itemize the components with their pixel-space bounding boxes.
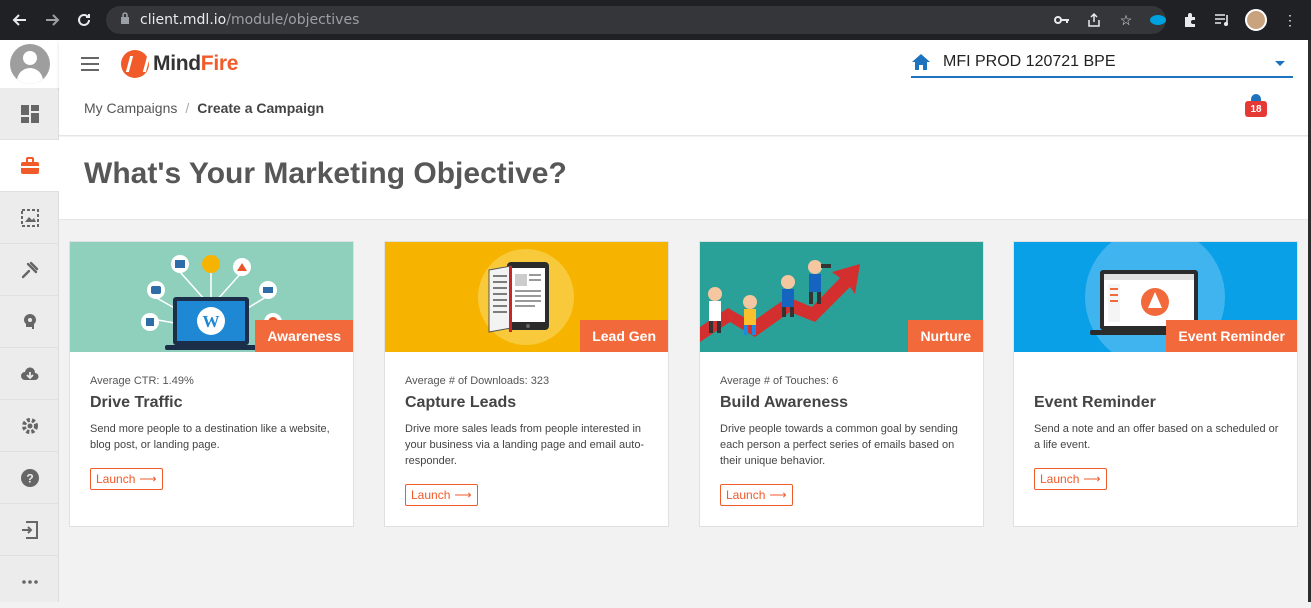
settings-icon[interactable] <box>0 400 59 452</box>
launch-label: Launch <box>726 488 766 502</box>
lock-icon <box>120 11 130 29</box>
extensions-icon[interactable] <box>1181 11 1199 29</box>
url-text: client.mdl.io/module/objectives <box>140 12 360 28</box>
mindfire-logo-mark <box>121 50 149 78</box>
star-icon[interactable]: ☆ <box>1117 11 1135 29</box>
card-illustration-growth: Nurture <box>700 242 983 352</box>
cloud-download-icon[interactable] <box>0 348 59 400</box>
notification-count-badge: 18 <box>1245 101 1267 117</box>
app-header: MindFire MFI PROD 120721 BPE <box>59 40 1308 88</box>
media-icon[interactable] <box>0 192 59 244</box>
more-icon[interactable] <box>0 556 59 608</box>
svg-text:?: ? <box>26 471 33 485</box>
notifications-button[interactable]: 18 <box>1245 94 1267 118</box>
breadcrumb-separator: / <box>185 100 190 116</box>
user-avatar[interactable] <box>0 40 59 88</box>
browser-menu-icon[interactable]: ⋮ <box>1281 11 1299 29</box>
card-meta: Average CTR: 1.49% <box>90 375 194 387</box>
logout-icon[interactable] <box>0 504 59 556</box>
left-nav-rail: ? <box>0 40 59 602</box>
launch-label: Launch <box>96 472 136 486</box>
share-icon[interactable] <box>1085 11 1103 29</box>
launch-label: Launch <box>411 488 451 502</box>
objective-card-event-reminder[interactable]: Event Reminder Event Reminder Send a not… <box>1013 241 1298 527</box>
salesforce-icon[interactable] <box>1149 11 1167 29</box>
card-title: Drive Traffic <box>90 394 183 411</box>
breadcrumb-my-campaigns[interactable]: My Campaigns <box>84 100 177 116</box>
card-tag: Event Reminder <box>1166 320 1297 352</box>
title-section: What's Your Marketing Objective? <box>59 137 1308 220</box>
card-illustration-ebook: Lead Gen <box>385 242 668 352</box>
card-tag: Nurture <box>908 320 983 352</box>
address-bar[interactable]: client.mdl.io/module/objectives <box>106 6 1166 34</box>
campaigns-icon[interactable] <box>0 140 59 192</box>
launch-button[interactable]: Launch ⟶ <box>405 484 478 506</box>
breadcrumb-current: Create a Campaign <box>197 100 325 116</box>
card-title: Capture Leads <box>405 394 517 411</box>
card-illustration-laptop: Event Reminder <box>1014 242 1297 352</box>
help-icon[interactable]: ? <box>0 452 59 504</box>
menu-icon[interactable] <box>81 57 99 71</box>
launch-button[interactable]: Launch ⟶ <box>90 468 163 490</box>
mindfire-logo[interactable]: MindFire <box>121 50 238 78</box>
chevron-down-icon[interactable] <box>1275 61 1285 66</box>
card-meta: Average # of Downloads: 323 <box>405 375 550 387</box>
arrow-right-icon: ⟶ <box>769 488 787 502</box>
card-illustration-web: W Awareness <box>70 242 353 352</box>
card-description: Drive more sales leads from people inter… <box>405 423 645 467</box>
arrow-right-icon: ⟶ <box>1083 472 1101 486</box>
card-title: Build Awareness <box>720 394 849 411</box>
browser-toolbar: client.mdl.io/module/objectives ☆ ⋮ <box>0 0 1311 40</box>
card-meta: Average # of Touches: 6 <box>720 375 839 387</box>
breadcrumb-bar: My Campaigns / Create a Campaign 18 <box>59 88 1308 136</box>
reload-icon[interactable] <box>68 0 100 40</box>
launch-label: Launch <box>1040 472 1080 486</box>
logo-text: MindFire <box>153 52 239 75</box>
objective-card-nurture[interactable]: Nurture Average # of Touches: 6 Build Aw… <box>699 241 984 527</box>
dashboard-icon[interactable] <box>0 88 59 140</box>
browser-profile-avatar[interactable] <box>1245 9 1267 31</box>
launch-button[interactable]: Launch ⟶ <box>720 484 793 506</box>
svg-text:W: W <box>203 312 220 331</box>
integrations-icon[interactable] <box>0 244 59 296</box>
card-tag: Awareness <box>255 320 353 352</box>
arrow-right-icon: ⟶ <box>139 472 157 486</box>
insights-icon[interactable] <box>0 296 59 348</box>
forward-icon[interactable] <box>36 0 68 40</box>
card-tag: Lead Gen <box>580 320 668 352</box>
card-title: Event Reminder <box>1034 394 1156 411</box>
key-icon[interactable] <box>1053 11 1071 29</box>
arrow-right-icon: ⟶ <box>454 488 472 502</box>
launch-button[interactable]: Launch ⟶ <box>1034 468 1107 490</box>
back-icon[interactable] <box>4 0 36 40</box>
card-description: Send more people to a destination like a… <box>90 423 330 451</box>
objective-card-lead-gen[interactable]: Lead Gen Average # of Downloads: 323 Cap… <box>384 241 669 527</box>
page-title: What's Your Marketing Objective? <box>84 157 567 190</box>
account-name: MFI PROD 120721 BPE <box>943 53 1116 70</box>
card-description: Send a note and an offer based on a sche… <box>1034 423 1279 451</box>
objective-card-awareness[interactable]: W Awareness Average CTR: 1.49% Drive Tra… <box>69 241 354 527</box>
card-description: Drive people towards a common goal by se… <box>720 423 958 467</box>
breadcrumb: My Campaigns / Create a Campaign <box>84 100 324 116</box>
media-queue-icon[interactable] <box>1213 11 1231 29</box>
